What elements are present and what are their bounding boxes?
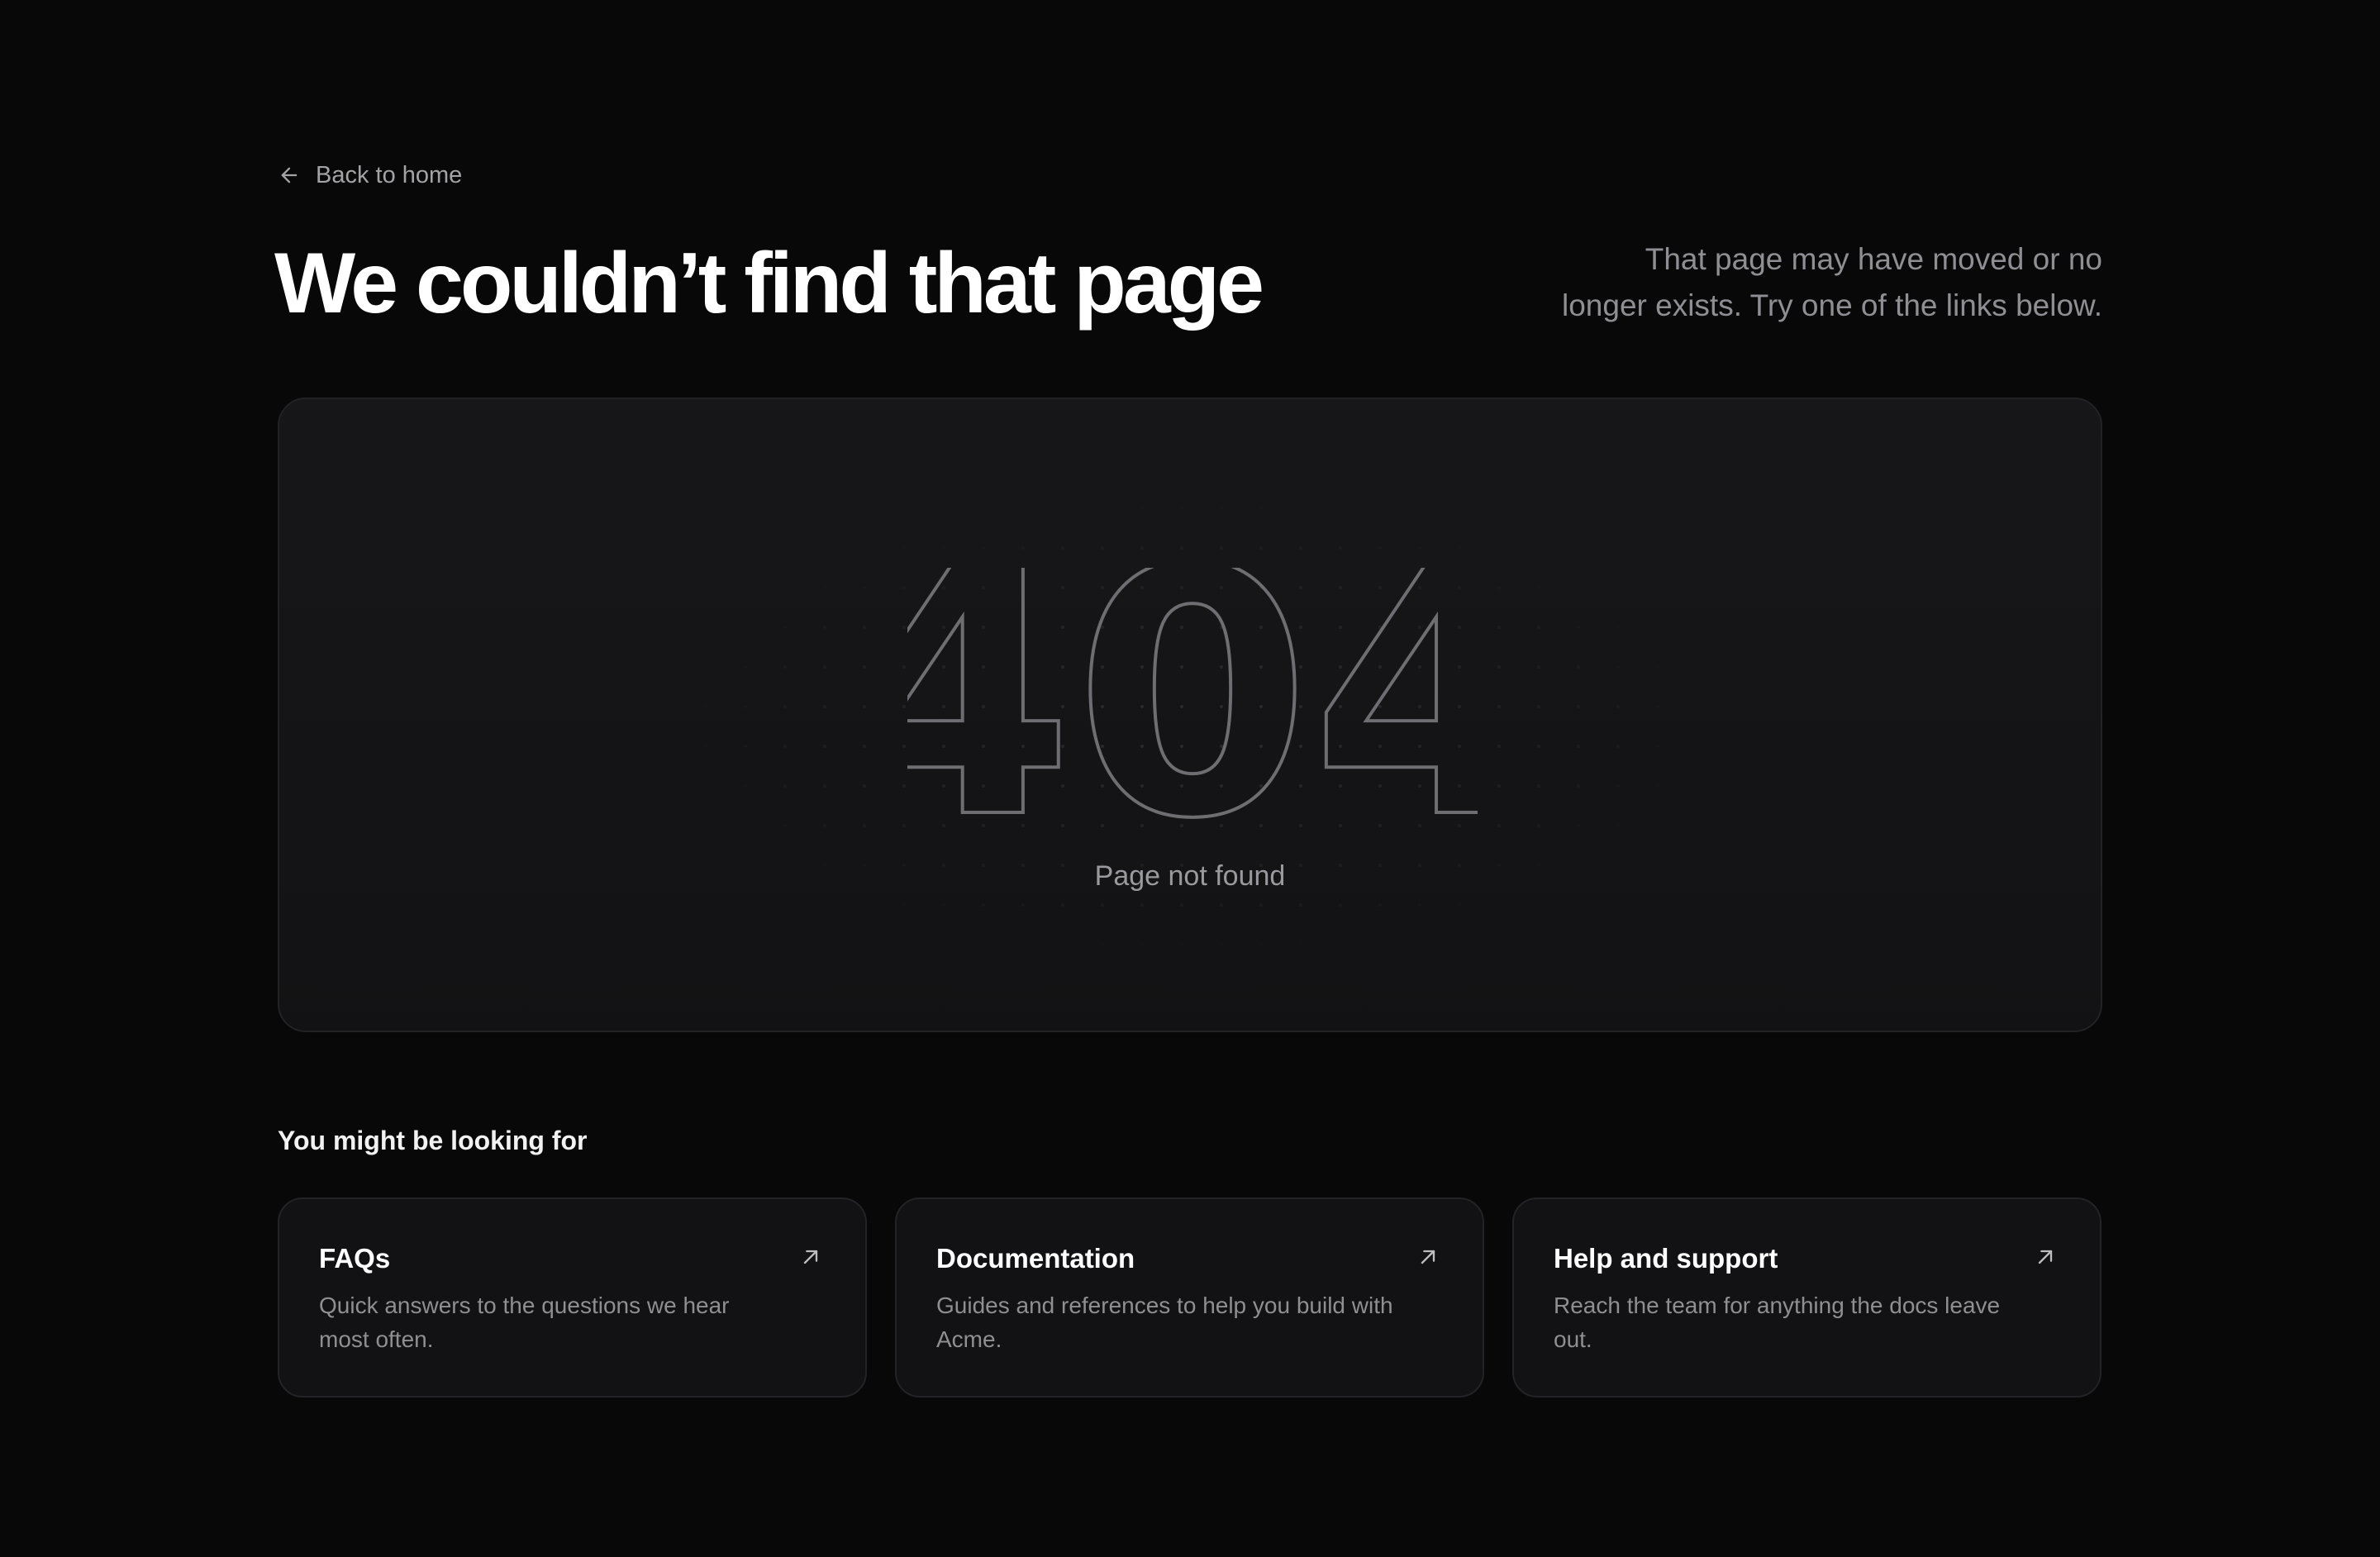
- card-title: FAQs: [319, 1243, 391, 1274]
- suggestions-heading: You might be looking for: [278, 1126, 588, 1155]
- subtitle-line-1: That page may have moved or no: [1645, 242, 2102, 276]
- card-description: Quick answers to the questions we hear m…: [319, 1293, 730, 1352]
- not-found-page: Back to home We couldn’t find that page …: [0, 0, 2380, 1557]
- card-title: Documentation: [936, 1243, 1135, 1274]
- suggestion-cards: FAQs Quick answers to the questions we h…: [278, 1198, 2102, 1397]
- error-hero-panel: 404 Page not found: [278, 398, 2102, 1032]
- card-title: Help and support: [1554, 1243, 1778, 1274]
- page-subtitle: That page may have moved or no longer ex…: [1474, 236, 2102, 329]
- subtitle-line-2: longer exists. Try one of the links belo…: [1561, 288, 2102, 322]
- faqs-card[interactable]: FAQs Quick answers to the questions we h…: [278, 1198, 867, 1397]
- card-description: Reach the team for anything the docs lea…: [1554, 1293, 2001, 1352]
- back-to-home-label: Back to home: [316, 161, 463, 188]
- help-and-support-card[interactable]: Help and support Reach the team for anyt…: [1512, 1198, 2102, 1397]
- back-to-home-link[interactable]: Back to home: [278, 160, 462, 190]
- arrow-left-icon: [278, 164, 301, 187]
- page-title: We couldn’t find that page: [274, 236, 1264, 331]
- arrow-up-right-icon: [799, 1245, 822, 1273]
- arrow-up-right-icon: [1416, 1245, 1440, 1273]
- card-description: Guides and references to help you build …: [936, 1293, 1393, 1352]
- error-caption: Page not found: [1094, 860, 1286, 892]
- documentation-card[interactable]: Documentation Guides and references to h…: [895, 1198, 1484, 1397]
- arrow-up-right-icon: [2034, 1245, 2057, 1273]
- error-code-graphic: 404: [907, 568, 1478, 832]
- error-code: 404: [907, 568, 1478, 832]
